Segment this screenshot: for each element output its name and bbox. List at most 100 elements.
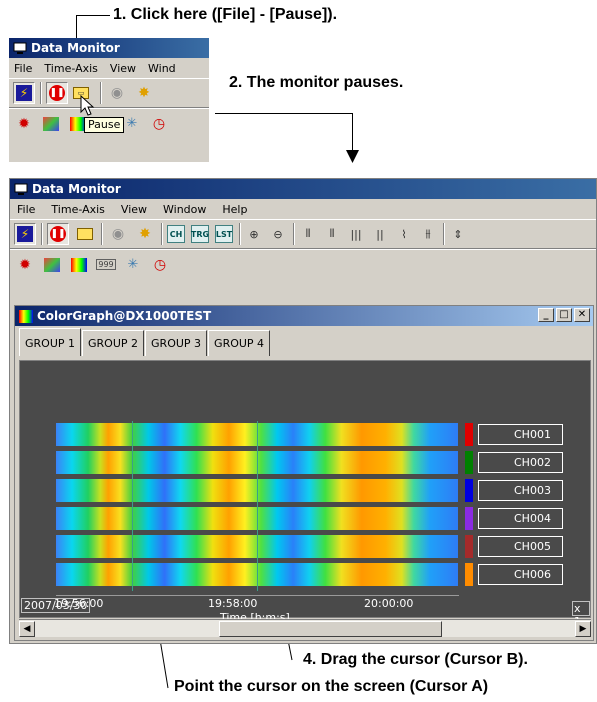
zoom-out-button[interactable]: ⊖ xyxy=(269,225,287,243)
time-tick-3: 20:00:00 xyxy=(364,597,414,610)
group-tabs: GROUP 1 GROUP 2 GROUP 3 GROUP 4 xyxy=(15,326,593,356)
ch003-label[interactable]: CH003 xyxy=(478,480,563,501)
trend-icon xyxy=(44,257,60,272)
cursor-tool-5[interactable]: ⌇ xyxy=(395,225,413,243)
zoom-in-icon: ⊕ xyxy=(249,227,259,241)
main-toolbar2: ✹ 999 ✳ ◷ xyxy=(10,249,596,279)
time-tick-2: 19:58:00 xyxy=(208,597,258,610)
overview-button[interactable]: ✳ xyxy=(122,254,144,276)
toolbar-separator xyxy=(100,82,102,104)
close-button[interactable]: ✕ xyxy=(574,308,590,322)
cursor-tool-2[interactable]: ⫴ xyxy=(323,225,341,243)
menu-view[interactable]: View xyxy=(105,62,143,75)
pause-button[interactable]: ❚❚ xyxy=(46,82,68,104)
zoom-in-button[interactable]: ⊕ xyxy=(245,225,263,243)
ch002-color-swatch xyxy=(465,451,473,474)
mini-toolbar1: ⚡ ❚❚ ▭ ◉ ✸ xyxy=(9,78,209,108)
bars-icon: || xyxy=(376,227,384,241)
menu-help[interactable]: Help xyxy=(215,203,256,216)
tab-group-2[interactable]: GROUP 2 xyxy=(82,330,145,356)
ch006-label[interactable]: CH006 xyxy=(478,564,563,585)
bars-icon: ||| xyxy=(350,227,362,241)
ch004-label[interactable]: CH004 xyxy=(478,508,563,529)
tab-group-1[interactable]: GROUP 1 xyxy=(19,328,82,356)
menu-window[interactable]: Window xyxy=(156,203,215,216)
menu-view[interactable]: View xyxy=(114,203,156,216)
tape-icon xyxy=(77,228,93,240)
clock-icon: ◷ xyxy=(152,115,166,132)
stop-button[interactable]: ◉ xyxy=(107,223,129,245)
minimize-button[interactable]: _ xyxy=(538,308,554,322)
trend-button[interactable] xyxy=(40,113,62,135)
zoom-factor: x 1 xyxy=(572,601,590,628)
flash-button[interactable]: ✸ xyxy=(133,82,155,104)
child-title: ColorGraph@DX1000TEST xyxy=(37,309,212,323)
alarm-icon: ✹ xyxy=(19,256,31,273)
pause-button[interactable]: ❚❚ xyxy=(47,223,69,245)
menu-window[interactable]: Wind xyxy=(143,62,183,75)
cursor-tool-1[interactable]: ⫴ xyxy=(299,225,317,243)
horizontal-scrollbar[interactable]: ◀ ▶ xyxy=(19,619,591,637)
colorgraph-icon xyxy=(19,309,33,323)
pause-icon: ❚❚ xyxy=(50,226,66,242)
ch001-label[interactable]: CH001 xyxy=(478,424,563,445)
scroll-left-arrow-icon[interactable]: ◀ xyxy=(19,621,35,637)
alarm-icon: ✹ xyxy=(18,115,30,132)
alarm-button[interactable]: ✹ xyxy=(14,254,36,276)
pause-tooltip: Pause xyxy=(84,117,125,133)
burst-icon: ✸ xyxy=(138,85,150,101)
digital-button[interactable]: 999 xyxy=(95,254,117,276)
ch005-label[interactable]: CH005 xyxy=(478,536,563,557)
scroll-right-arrow-icon[interactable]: ▶ xyxy=(575,621,591,637)
date-label: 2007/03/30 xyxy=(21,598,91,613)
cursor-a-line[interactable] xyxy=(132,421,133,591)
cursor-b-line[interactable] xyxy=(257,421,258,591)
menu-file[interactable]: File xyxy=(10,203,44,216)
cursor-tool-6[interactable]: ⫵ xyxy=(419,225,437,243)
connect-button[interactable]: ⚡ xyxy=(14,223,36,245)
colorgraph-icon xyxy=(71,257,87,272)
toolbar-separator xyxy=(293,223,295,245)
bars-icon: ⫵ xyxy=(425,227,431,240)
scroll-thumb[interactable] xyxy=(219,621,442,637)
scale-button[interactable]: ⇕ xyxy=(449,225,467,243)
tab-group-4[interactable]: GROUP 4 xyxy=(208,330,271,356)
list-button[interactable]: LST xyxy=(215,225,233,243)
menu-time-axis[interactable]: Time-Axis xyxy=(44,203,113,216)
menu-time-axis[interactable]: Time-Axis xyxy=(39,62,104,75)
colorgraph-button[interactable] xyxy=(68,254,90,276)
clock-button[interactable]: ◷ xyxy=(149,254,171,276)
main-title: Data Monitor xyxy=(32,182,121,196)
cursor-tool-4[interactable]: || xyxy=(371,225,389,243)
toolbar-separator xyxy=(239,223,241,245)
trigger-button[interactable]: TRG xyxy=(191,225,209,243)
alarm-button[interactable]: ✹ xyxy=(13,113,35,135)
ch002-label[interactable]: CH002 xyxy=(478,452,563,473)
digital-icon: 999 xyxy=(96,259,116,270)
cursor-tool-3[interactable]: ||| xyxy=(347,225,365,243)
menu-file[interactable]: File xyxy=(9,62,39,75)
window-controls: _ □ ✕ xyxy=(536,308,590,322)
burst-icon: ✸ xyxy=(139,226,151,242)
trend-icon xyxy=(43,116,59,131)
color-graph-plot[interactable]: CH001 CH002 CH003 CH004 CH005 CH006 19:5… xyxy=(19,360,591,628)
connect-button[interactable]: ⚡ xyxy=(13,82,35,104)
trend-button[interactable] xyxy=(41,254,63,276)
clock-button[interactable]: ◷ xyxy=(148,113,170,135)
flash-button[interactable]: ✸ xyxy=(134,223,156,245)
ch003-color-swatch xyxy=(465,479,473,502)
steps-icon: ⌇ xyxy=(401,227,407,241)
tab-group-3[interactable]: GROUP 3 xyxy=(145,330,208,356)
toolbar-separator xyxy=(443,223,445,245)
stop-button[interactable]: ◉ xyxy=(106,82,128,104)
channel-button[interactable]: CH xyxy=(167,225,185,243)
maximize-button[interactable]: □ xyxy=(556,308,572,322)
zoom-out-icon: ⊖ xyxy=(273,227,283,241)
main-window: Data Monitor File Time-Axis View Window … xyxy=(9,178,597,644)
record-button[interactable] xyxy=(74,223,96,245)
monitor-icon xyxy=(13,42,27,55)
ch006-color-swatch xyxy=(465,563,473,586)
mouse-pointer-icon xyxy=(80,95,95,116)
main-toolbar1: ⚡ ❚❚ ◉ ✸ CH TRG LST ⊕ ⊖ ⫴ ⫴ ||| || ⌇ ⫵ ⇕ xyxy=(10,219,596,249)
child-titlebar: ColorGraph@DX1000TEST _ □ ✕ xyxy=(15,306,593,326)
